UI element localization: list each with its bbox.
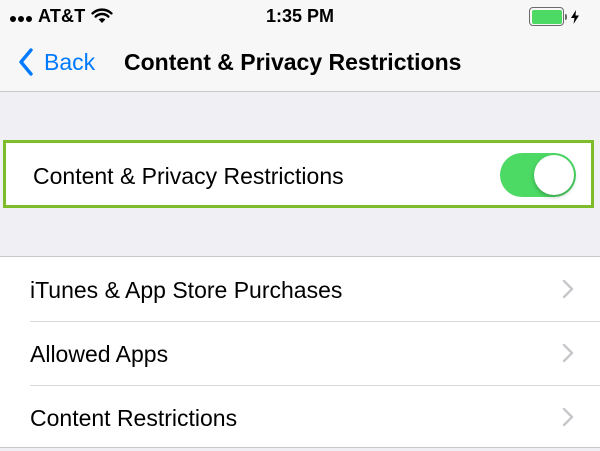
list-item-label: Content Restrictions (30, 405, 238, 431)
battery-icon (529, 7, 564, 26)
battery-cap (565, 13, 567, 20)
chevron-left-icon (19, 48, 33, 76)
navigation-bar: Back Content & Privacy Restrictions (0, 36, 600, 92)
status-bar: AT&T 1:35 PM (0, 0, 600, 36)
list-item-label: iTunes & App Store Purchases (30, 277, 343, 303)
charging-bolt-icon (571, 9, 579, 24)
switch-knob (534, 155, 574, 195)
list-item-label: Allowed Apps (30, 341, 169, 367)
battery-level (531, 9, 562, 24)
chevron-right-icon (562, 407, 574, 427)
list-item-content-restrictions[interactable]: Content Restrictions (0, 385, 600, 449)
chevron-right-icon (562, 343, 574, 363)
back-button[interactable]: Back (18, 44, 95, 80)
restrictions-toggle-label: Content & Privacy Restrictions (33, 163, 344, 189)
list-item-itunes-app-store-purchases[interactable]: iTunes & App Store Purchases (0, 257, 600, 321)
settings-list: iTunes & App Store Purchases Allowed App… (0, 256, 600, 448)
restrictions-switch[interactable] (500, 153, 576, 197)
list-item-allowed-apps[interactable]: Allowed Apps (0, 321, 600, 385)
restrictions-toggle-row: Content & Privacy Restrictions (3, 140, 594, 208)
page-title: Content & Privacy Restrictions (124, 49, 462, 75)
chevron-right-icon (562, 279, 574, 299)
status-time: 1:35 PM (265, 6, 335, 26)
back-label: Back (44, 48, 96, 75)
status-right (529, 7, 580, 26)
